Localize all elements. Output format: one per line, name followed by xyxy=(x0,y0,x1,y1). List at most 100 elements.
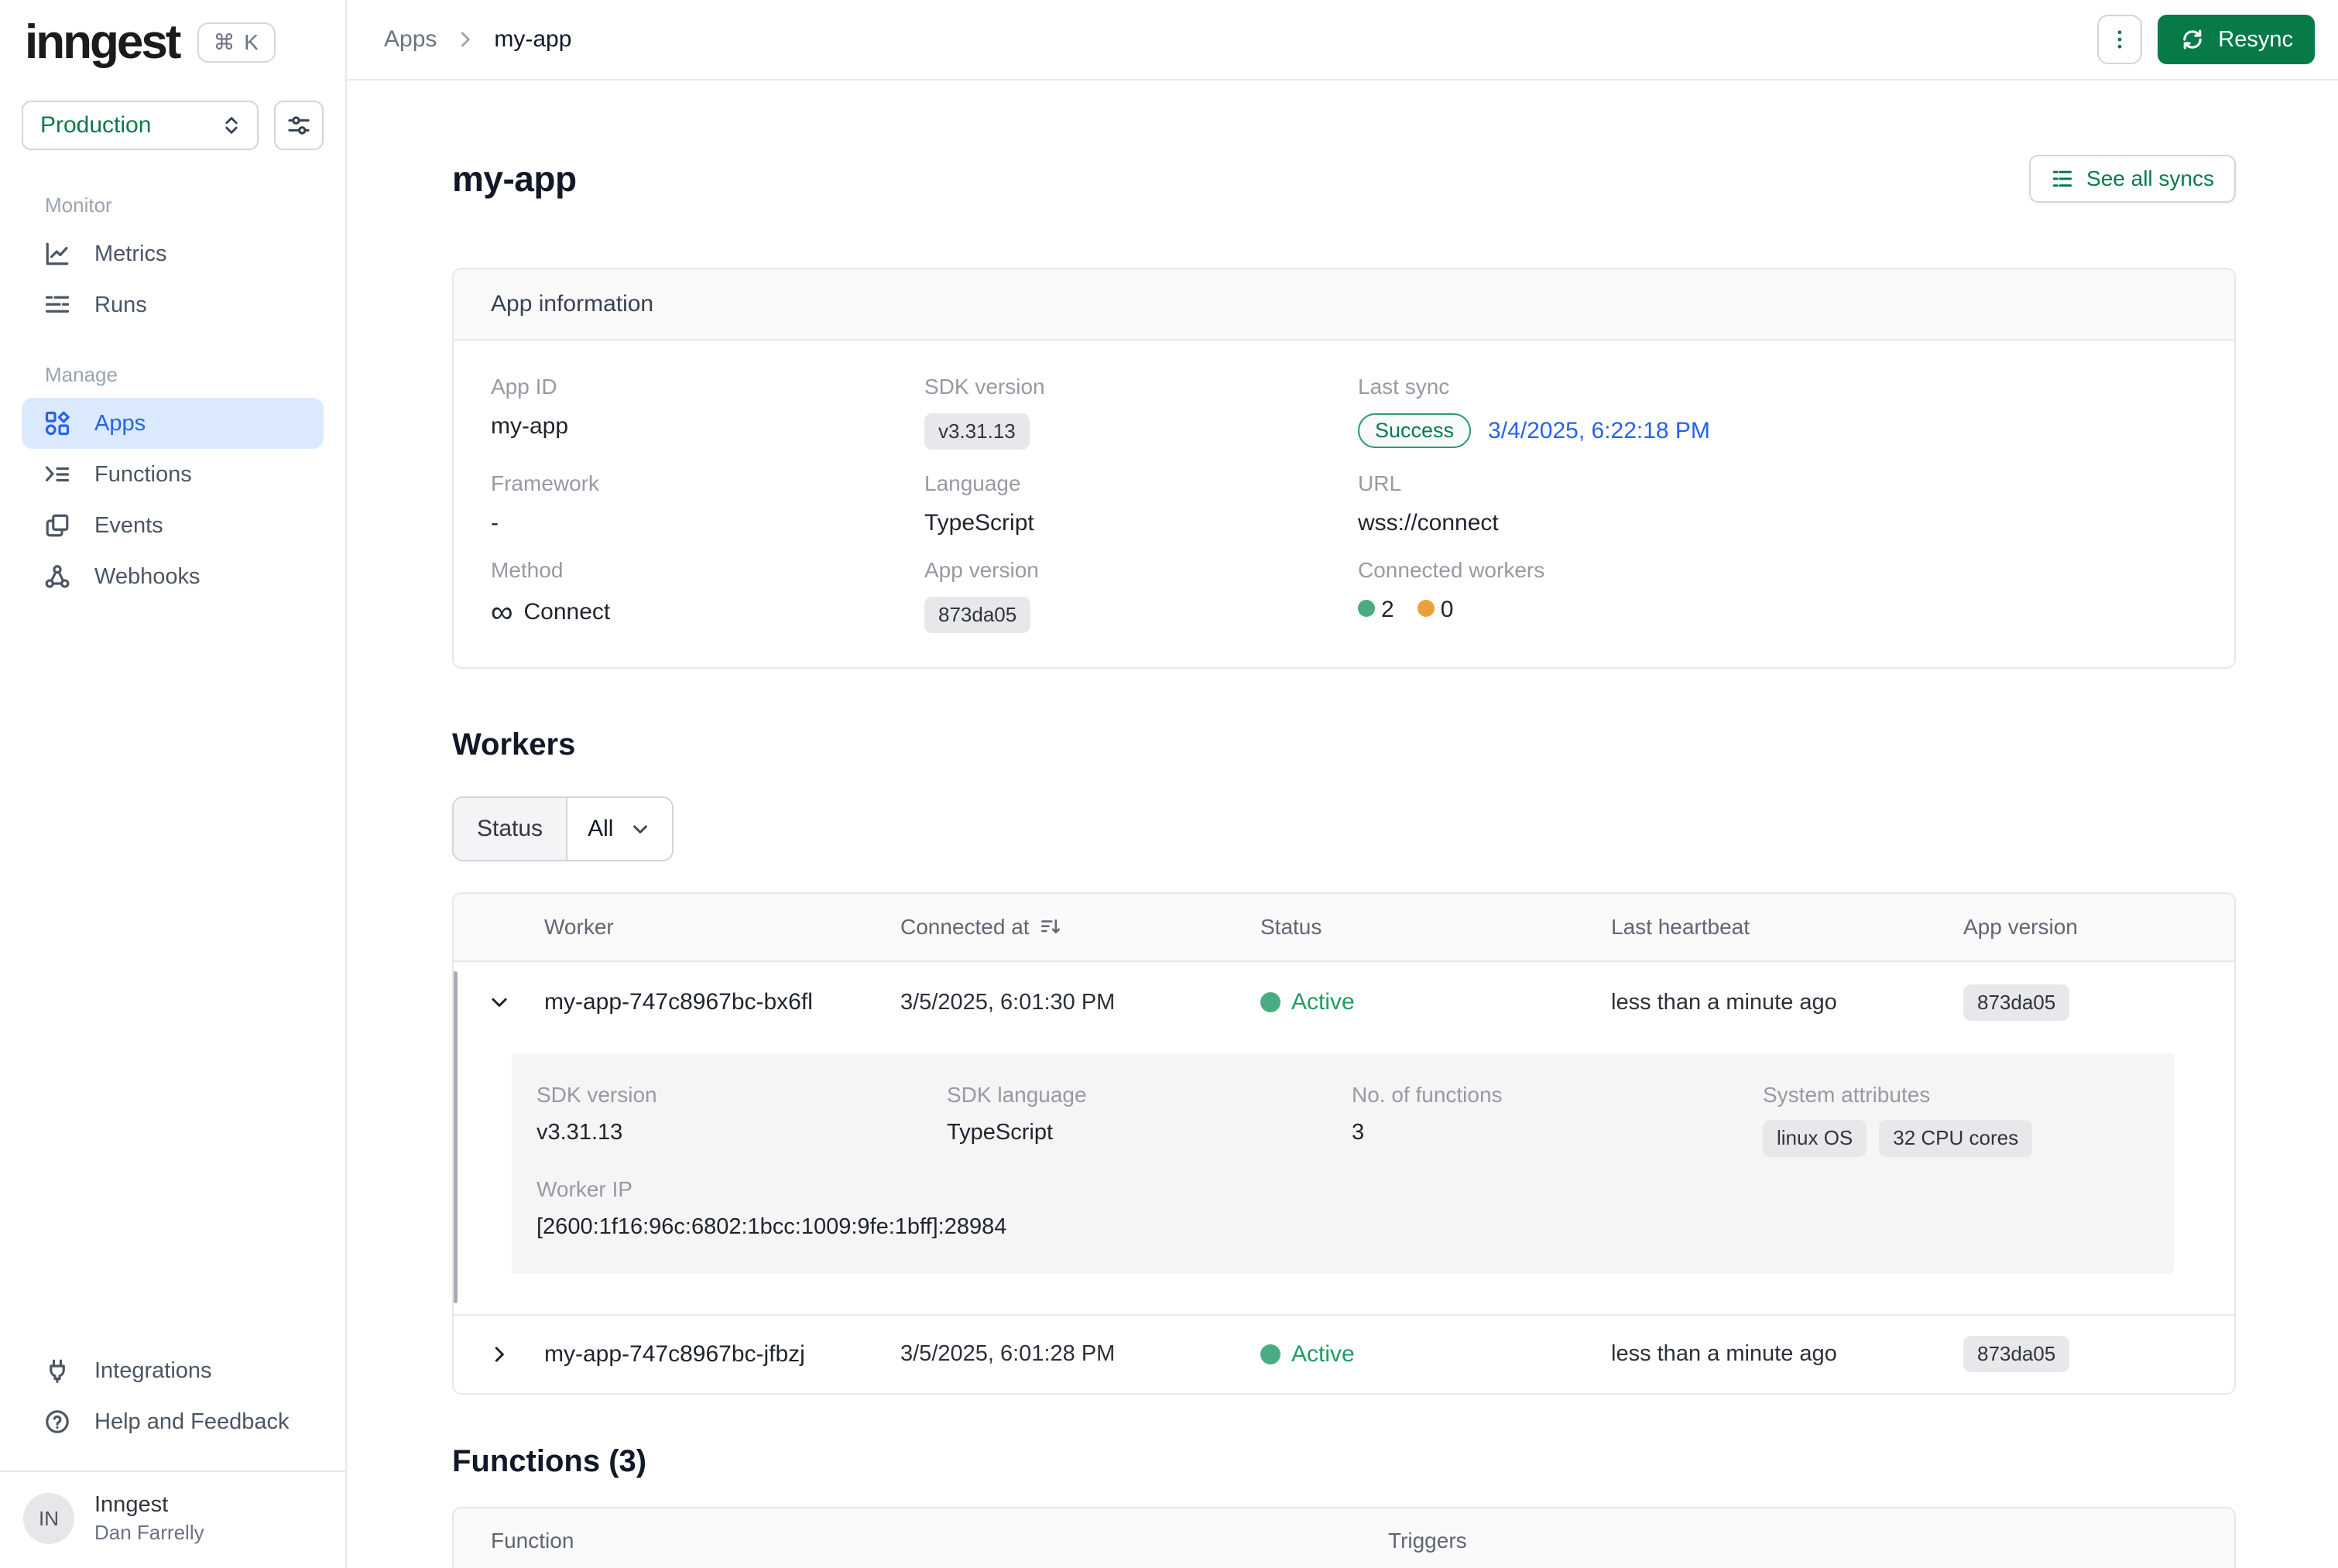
field-label: SDK version xyxy=(924,375,1358,399)
column-app-version: App version xyxy=(1963,915,2234,940)
chevron-up-down-icon xyxy=(220,114,243,137)
breadcrumb-current: my-app xyxy=(494,26,571,53)
field-value: v3.31.13 xyxy=(924,413,1358,450)
detail-worker-ip: Worker IP [2600:1f16:96c:6802:1bcc:1009:… xyxy=(537,1177,2149,1240)
sidebar-item-label: Runs xyxy=(94,293,147,318)
worker-status: Active xyxy=(1260,1341,1611,1368)
worker-connected-at: 3/5/2025, 6:01:30 PM xyxy=(900,990,1260,1015)
detail-system-attributes: System attributes linux OS 32 CPU cores xyxy=(1763,1083,2149,1156)
collapse-row-button[interactable] xyxy=(454,991,544,1014)
question-circle-icon xyxy=(43,1408,71,1436)
page-head: my-app See all syncs xyxy=(452,155,2236,203)
detail-sdk-version: SDK version v3.31.13 xyxy=(537,1083,947,1156)
page-title: my-app xyxy=(452,158,577,200)
chevron-right-icon xyxy=(488,1343,511,1366)
status-filter: Status All xyxy=(452,796,674,861)
field-value: Success 3/4/2025, 6:22:18 PM xyxy=(1358,413,2197,448)
resync-button[interactable]: Resync xyxy=(2158,15,2315,64)
nav-section-monitor: Monitor xyxy=(45,193,324,217)
environment-settings-button[interactable] xyxy=(274,101,324,150)
worker-connected-at: 3/5/2025, 6:01:28 PM xyxy=(900,1341,1260,1367)
topbar-actions: Resync xyxy=(2097,15,2315,64)
worker-detail-panel: SDK version v3.31.13 SDK language TypeSc… xyxy=(512,1053,2174,1273)
status-label: Active xyxy=(1291,989,1355,1015)
command-k-shortcut[interactable]: ⌘ K xyxy=(197,22,275,63)
detail-label: System attributes xyxy=(1763,1083,2149,1108)
sidebar-item-runs[interactable]: Runs xyxy=(22,279,324,330)
inactive-workers-count: 0 xyxy=(1418,597,1454,623)
profile-user-name: Dan Farrelly xyxy=(94,1521,204,1545)
green-dot-icon xyxy=(1358,600,1375,617)
breadcrumb-apps-link[interactable]: Apps xyxy=(384,26,437,53)
environment-select-value: Production xyxy=(40,112,151,139)
worker-heartbeat: less than a minute ago xyxy=(1611,990,1963,1015)
field-label: Connected workers xyxy=(1358,558,2197,583)
environment-row: Production xyxy=(22,101,324,150)
field-value: TypeScript xyxy=(924,510,1358,536)
field-label: Last sync xyxy=(1358,375,2197,399)
nav-section-manage: Manage xyxy=(45,363,324,387)
chevron-down-icon xyxy=(629,817,652,840)
see-all-syncs-label: See all syncs xyxy=(2086,166,2214,191)
field-label: URL xyxy=(1358,471,2197,496)
functions-table-header: Function Triggers xyxy=(454,1508,2234,1568)
more-actions-button[interactable] xyxy=(2097,15,2142,64)
inngest-logo[interactable]: inngest xyxy=(25,19,179,67)
profile-org-name: Inngest xyxy=(94,1492,204,1518)
column-connected-at[interactable]: Connected at xyxy=(900,915,1260,940)
see-all-syncs-button[interactable]: See all syncs xyxy=(2029,155,2236,203)
status-dot-icon xyxy=(1260,992,1280,1012)
app-version-badge: 873da05 xyxy=(924,597,1030,633)
sort-descending-icon xyxy=(1039,916,1062,939)
sidebar-item-help[interactable]: Help and Feedback xyxy=(22,1396,324,1447)
sliders-icon xyxy=(286,112,312,139)
list-icon xyxy=(2051,167,2074,190)
worker-app-version: 873da05 xyxy=(1963,984,2234,1021)
field-app-id: App ID my-app xyxy=(491,375,924,450)
table-row[interactable]: my-app-747c8967bc-jfbzj 3/5/2025, 6:01:2… xyxy=(454,1316,2234,1393)
field-value: 2 0 xyxy=(1358,597,2197,623)
sidebar-nav: Monitor Metrics Runs Manage Apps xyxy=(22,161,324,602)
field-language: Language TypeScript xyxy=(924,471,1358,536)
avatar: IN xyxy=(23,1493,74,1544)
environment-select[interactable]: Production xyxy=(22,101,259,150)
profile-menu[interactable]: IN Inngest Dan Farrelly xyxy=(22,1492,324,1545)
status-filter-value[interactable]: All xyxy=(567,798,672,860)
table-row[interactable]: my-app-747c8967bc-bx6fl 3/5/2025, 6:01:3… xyxy=(454,962,2234,1042)
main-area: Apps my-app Resync xyxy=(347,0,2338,1568)
sidebar-item-apps[interactable]: Apps xyxy=(22,398,324,449)
cpu-badge: 32 CPU cores xyxy=(1879,1120,2032,1156)
field-value: - xyxy=(491,510,924,536)
field-value: my-app xyxy=(491,413,924,440)
functions-table: Function Triggers xyxy=(452,1507,2236,1568)
method-value: Connect xyxy=(524,599,611,625)
field-label: Method xyxy=(491,558,924,583)
sidebar-item-functions[interactable]: Functions xyxy=(22,449,324,500)
field-method: Method ∞ Connect xyxy=(491,558,924,633)
field-sdk-version: SDK version v3.31.13 xyxy=(924,375,1358,450)
last-sync-link[interactable]: 3/4/2025, 6:22:18 PM xyxy=(1488,418,1710,444)
worker-name: my-app-747c8967bc-jfbzj xyxy=(544,1341,900,1368)
expand-row-button[interactable] xyxy=(454,1343,544,1366)
app-root: inngest ⌘ K Production Monitor xyxy=(0,0,2338,1568)
detail-functions-count: No. of functions 3 xyxy=(1352,1083,1763,1156)
sidebar-item-events[interactable]: Events xyxy=(22,500,324,551)
resync-label: Resync xyxy=(2218,27,2293,53)
chevron-down-icon xyxy=(488,991,511,1014)
field-label: Language xyxy=(924,471,1358,496)
sync-status-badge: Success xyxy=(1358,413,1471,448)
sidebar-item-webhooks[interactable]: Webhooks xyxy=(22,551,324,602)
sidebar-item-integrations[interactable]: Integrations xyxy=(22,1345,324,1396)
functions-section-title: Functions (3) xyxy=(452,1444,2236,1479)
webhooks-nodes-icon xyxy=(43,563,71,591)
breadcrumb: Apps my-app xyxy=(384,26,571,53)
field-label: Framework xyxy=(491,471,924,496)
status-filter-label[interactable]: Status xyxy=(454,798,567,860)
workers-table-header: Worker Connected at Status Last heartbea… xyxy=(454,894,2234,962)
logo-row: inngest ⌘ K xyxy=(22,19,324,67)
sidebar-item-metrics[interactable]: Metrics xyxy=(22,228,324,279)
page-content: my-app See all syncs App information App… xyxy=(347,80,2338,1568)
sidebar: inngest ⌘ K Production Monitor xyxy=(0,0,347,1568)
active-workers-count: 2 xyxy=(1358,597,1394,623)
detail-value: v3.31.13 xyxy=(537,1120,947,1145)
